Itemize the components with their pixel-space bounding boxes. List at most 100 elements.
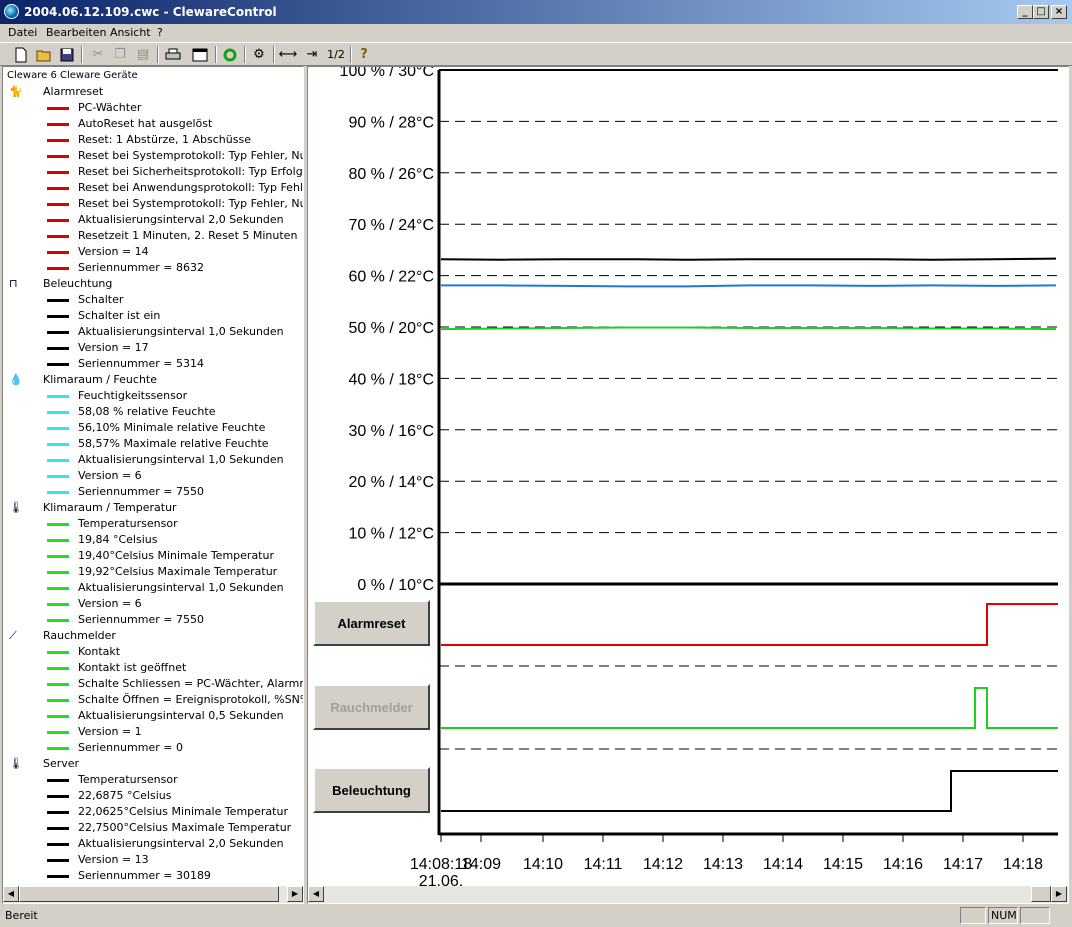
toolbar-separator [81, 46, 83, 63]
tree-item[interactable]: 19,84 °Celsius [78, 532, 157, 548]
tree-item[interactable]: PC-Wächter [78, 100, 141, 116]
open-folder-icon[interactable] [34, 45, 54, 64]
menu-ansicht[interactable]: Ansicht [110, 26, 151, 39]
tree-item[interactable]: Version = 17 [78, 340, 149, 356]
paste-icon[interactable]: ▤ [133, 45, 153, 64]
alarmreset-button[interactable]: Alarmreset [313, 600, 430, 646]
tree-item[interactable]: Schalte Schliessen = PC-Wächter, Alarmre… [78, 676, 303, 692]
tree-item[interactable]: Version = 14 [78, 244, 149, 260]
water-drops-icon: 💧 [9, 373, 23, 386]
tree-item[interactable]: 58,08 % relative Feuchte [78, 404, 216, 420]
tree-item[interactable]: 19,40°Celsius Minimale Temperatur [78, 548, 274, 564]
scroll-thumb[interactable] [19, 886, 279, 902]
tree-item[interactable]: Feuchtigkeitssensor [78, 388, 187, 404]
tree-item-color-line [47, 859, 69, 862]
chart-scroll-left-icon[interactable]: ◀ [308, 886, 324, 902]
tree-group-label[interactable]: Klimaraum / Temperatur [43, 500, 177, 516]
tree-item[interactable]: Schalter ist ein [78, 308, 160, 324]
tree-item-color-line [47, 715, 69, 718]
tree-item[interactable]: Reset: 1 Abstürze, 1 Abschüsse [78, 132, 251, 148]
tree-item[interactable]: 56,10% Minimale relative Feuchte [78, 420, 265, 436]
tree-item[interactable]: Seriennummer = 0 [78, 740, 183, 756]
cut-icon[interactable]: ✂ [88, 45, 108, 64]
tree-item[interactable]: Seriennummer = 5314 [78, 356, 204, 372]
window-icon[interactable] [190, 45, 210, 64]
tree-item[interactable]: Temperatursensor [78, 772, 178, 788]
gears-icon[interactable]: ⚙ [249, 45, 269, 64]
close-button[interactable]: × [1051, 5, 1067, 19]
tree-item[interactable]: Aktualisierungsinterval 1,0 Sekunden [78, 580, 284, 596]
tree-item[interactable]: Seriennummer = 7550 [78, 612, 204, 628]
y-tick-label: 60 % / 22°C [348, 269, 434, 286]
tree-item[interactable]: Reset bei Anwendungsprotokoll: Typ Fehle… [78, 180, 303, 196]
tree-item-color-line [47, 331, 69, 334]
status-text: Bereit [5, 909, 38, 922]
refresh-icon[interactable] [220, 45, 240, 64]
menu-help[interactable]: ? [157, 26, 163, 39]
tree-item[interactable]: Aktualisierungsinterval 2,0 Sekunden [78, 836, 284, 852]
menu-bearbeiten[interactable]: Bearbeiten [46, 26, 106, 39]
tree-root[interactable]: Cleware 6 Cleware Geräte [7, 68, 138, 84]
tree-item[interactable]: Aktualisierungsinterval 1,0 Sekunden [78, 452, 284, 468]
tree-item[interactable]: Version = 6 [78, 468, 142, 484]
chart-scroll-thumb[interactable] [1031, 886, 1051, 902]
tree-item[interactable]: Seriennummer = 8632 [78, 260, 204, 276]
tree-item[interactable]: 19,92°Celsius Maximale Temperatur [78, 564, 277, 580]
tree-item-color-line [47, 299, 69, 302]
tree-item-color-line [47, 139, 69, 142]
tree-item[interactable]: Aktualisierungsinterval 2,0 Sekunden [78, 212, 284, 228]
tree-item[interactable]: 22,7500°Celsius Maximale Temperatur [78, 820, 291, 836]
contact-switch-icon: ⟋ [9, 629, 17, 642]
toolbar-separator [215, 46, 217, 63]
tree-item[interactable]: Kontakt [78, 644, 120, 660]
tree-item-color-line [47, 555, 69, 558]
tree-item[interactable]: 22,0625°Celsius Minimale Temperatur [78, 804, 288, 820]
tree-item-color-line [47, 203, 69, 206]
tree-group-label[interactable]: Beleuchtung [43, 276, 112, 292]
save-icon[interactable] [57, 45, 77, 64]
tree-item-color-line [47, 411, 69, 414]
remote-thermometer-icon: 🌡 [9, 757, 23, 770]
zoom-half-button[interactable]: 1/2 [324, 45, 348, 64]
tree-item[interactable]: Seriennummer = 7550 [78, 484, 204, 500]
tree-group-label[interactable]: Server [43, 756, 79, 772]
tree-item-color-line [47, 107, 69, 110]
tree-item[interactable]: Reset bei Systemprotokoll: Typ Fehler, N… [78, 148, 303, 164]
tree-item[interactable]: Schalte Öffnen = Ereignisprotokoll, %SN%… [78, 692, 303, 708]
chart-horizontal-scrollbar[interactable]: ◀ ▶ [308, 886, 1068, 903]
minimize-button[interactable]: _ [1017, 5, 1033, 19]
tree-item[interactable]: Version = 1 [78, 724, 142, 740]
tree-group-label[interactable]: Alarmreset [43, 84, 103, 100]
tree-item[interactable]: Schalter [78, 292, 123, 308]
print-icon[interactable] [163, 45, 183, 64]
tree-item[interactable]: AutoReset hat ausgelöst [78, 116, 212, 132]
tree-horizontal-scrollbar[interactable]: ◀ ▶ [3, 886, 303, 903]
maximize-button[interactable]: □ [1033, 5, 1049, 19]
tree-item[interactable]: Version = 13 [78, 852, 149, 868]
tree-item[interactable]: Version = 6 [78, 596, 142, 612]
tree-item[interactable]: 22,6875 °Celsius [78, 788, 171, 804]
rauchmelder-button[interactable]: Rauchmelder [313, 684, 430, 730]
tree-item[interactable]: Kontakt ist geöffnet [78, 660, 186, 676]
help-icon[interactable]: ? [354, 45, 374, 64]
expand-horizontal-icon[interactable]: ⟷ [278, 45, 298, 64]
tree-item[interactable]: Aktualisierungsinterval 0,5 Sekunden [78, 708, 284, 724]
beleuchtung-button[interactable]: Beleuchtung [313, 767, 430, 813]
new-file-icon[interactable] [11, 45, 31, 64]
tree-group-label[interactable]: Klimaraum / Feuchte [43, 372, 157, 388]
copy-icon[interactable]: ❐ [110, 45, 130, 64]
scroll-right-icon[interactable]: ▶ [287, 886, 303, 902]
compress-horizontal-icon[interactable]: ⇥ [302, 45, 322, 64]
tree-item-color-line [47, 347, 69, 350]
tree-group-label[interactable]: Rauchmelder [43, 628, 116, 644]
chart-scroll-right-icon[interactable]: ▶ [1051, 886, 1067, 902]
tree-item[interactable]: Reset bei Sicherheitsprotokoll: Typ Erfo… [78, 164, 303, 180]
tree-item[interactable]: Temperatursensor [78, 516, 178, 532]
tree-item[interactable]: Resetzeit 1 Minuten, 2. Reset 5 Minuten [78, 228, 297, 244]
tree-item[interactable]: Reset bei Systemprotokoll: Typ Fehler, N… [78, 196, 303, 212]
menu-datei[interactable]: Datei [8, 26, 37, 39]
tree-item[interactable]: Seriennummer = 30189 [78, 868, 211, 884]
tree-item[interactable]: 58,57% Maximale relative Feuchte [78, 436, 269, 452]
tree-item[interactable]: Aktualisierungsinterval 1,0 Sekunden [78, 324, 284, 340]
scroll-left-icon[interactable]: ◀ [3, 886, 19, 902]
